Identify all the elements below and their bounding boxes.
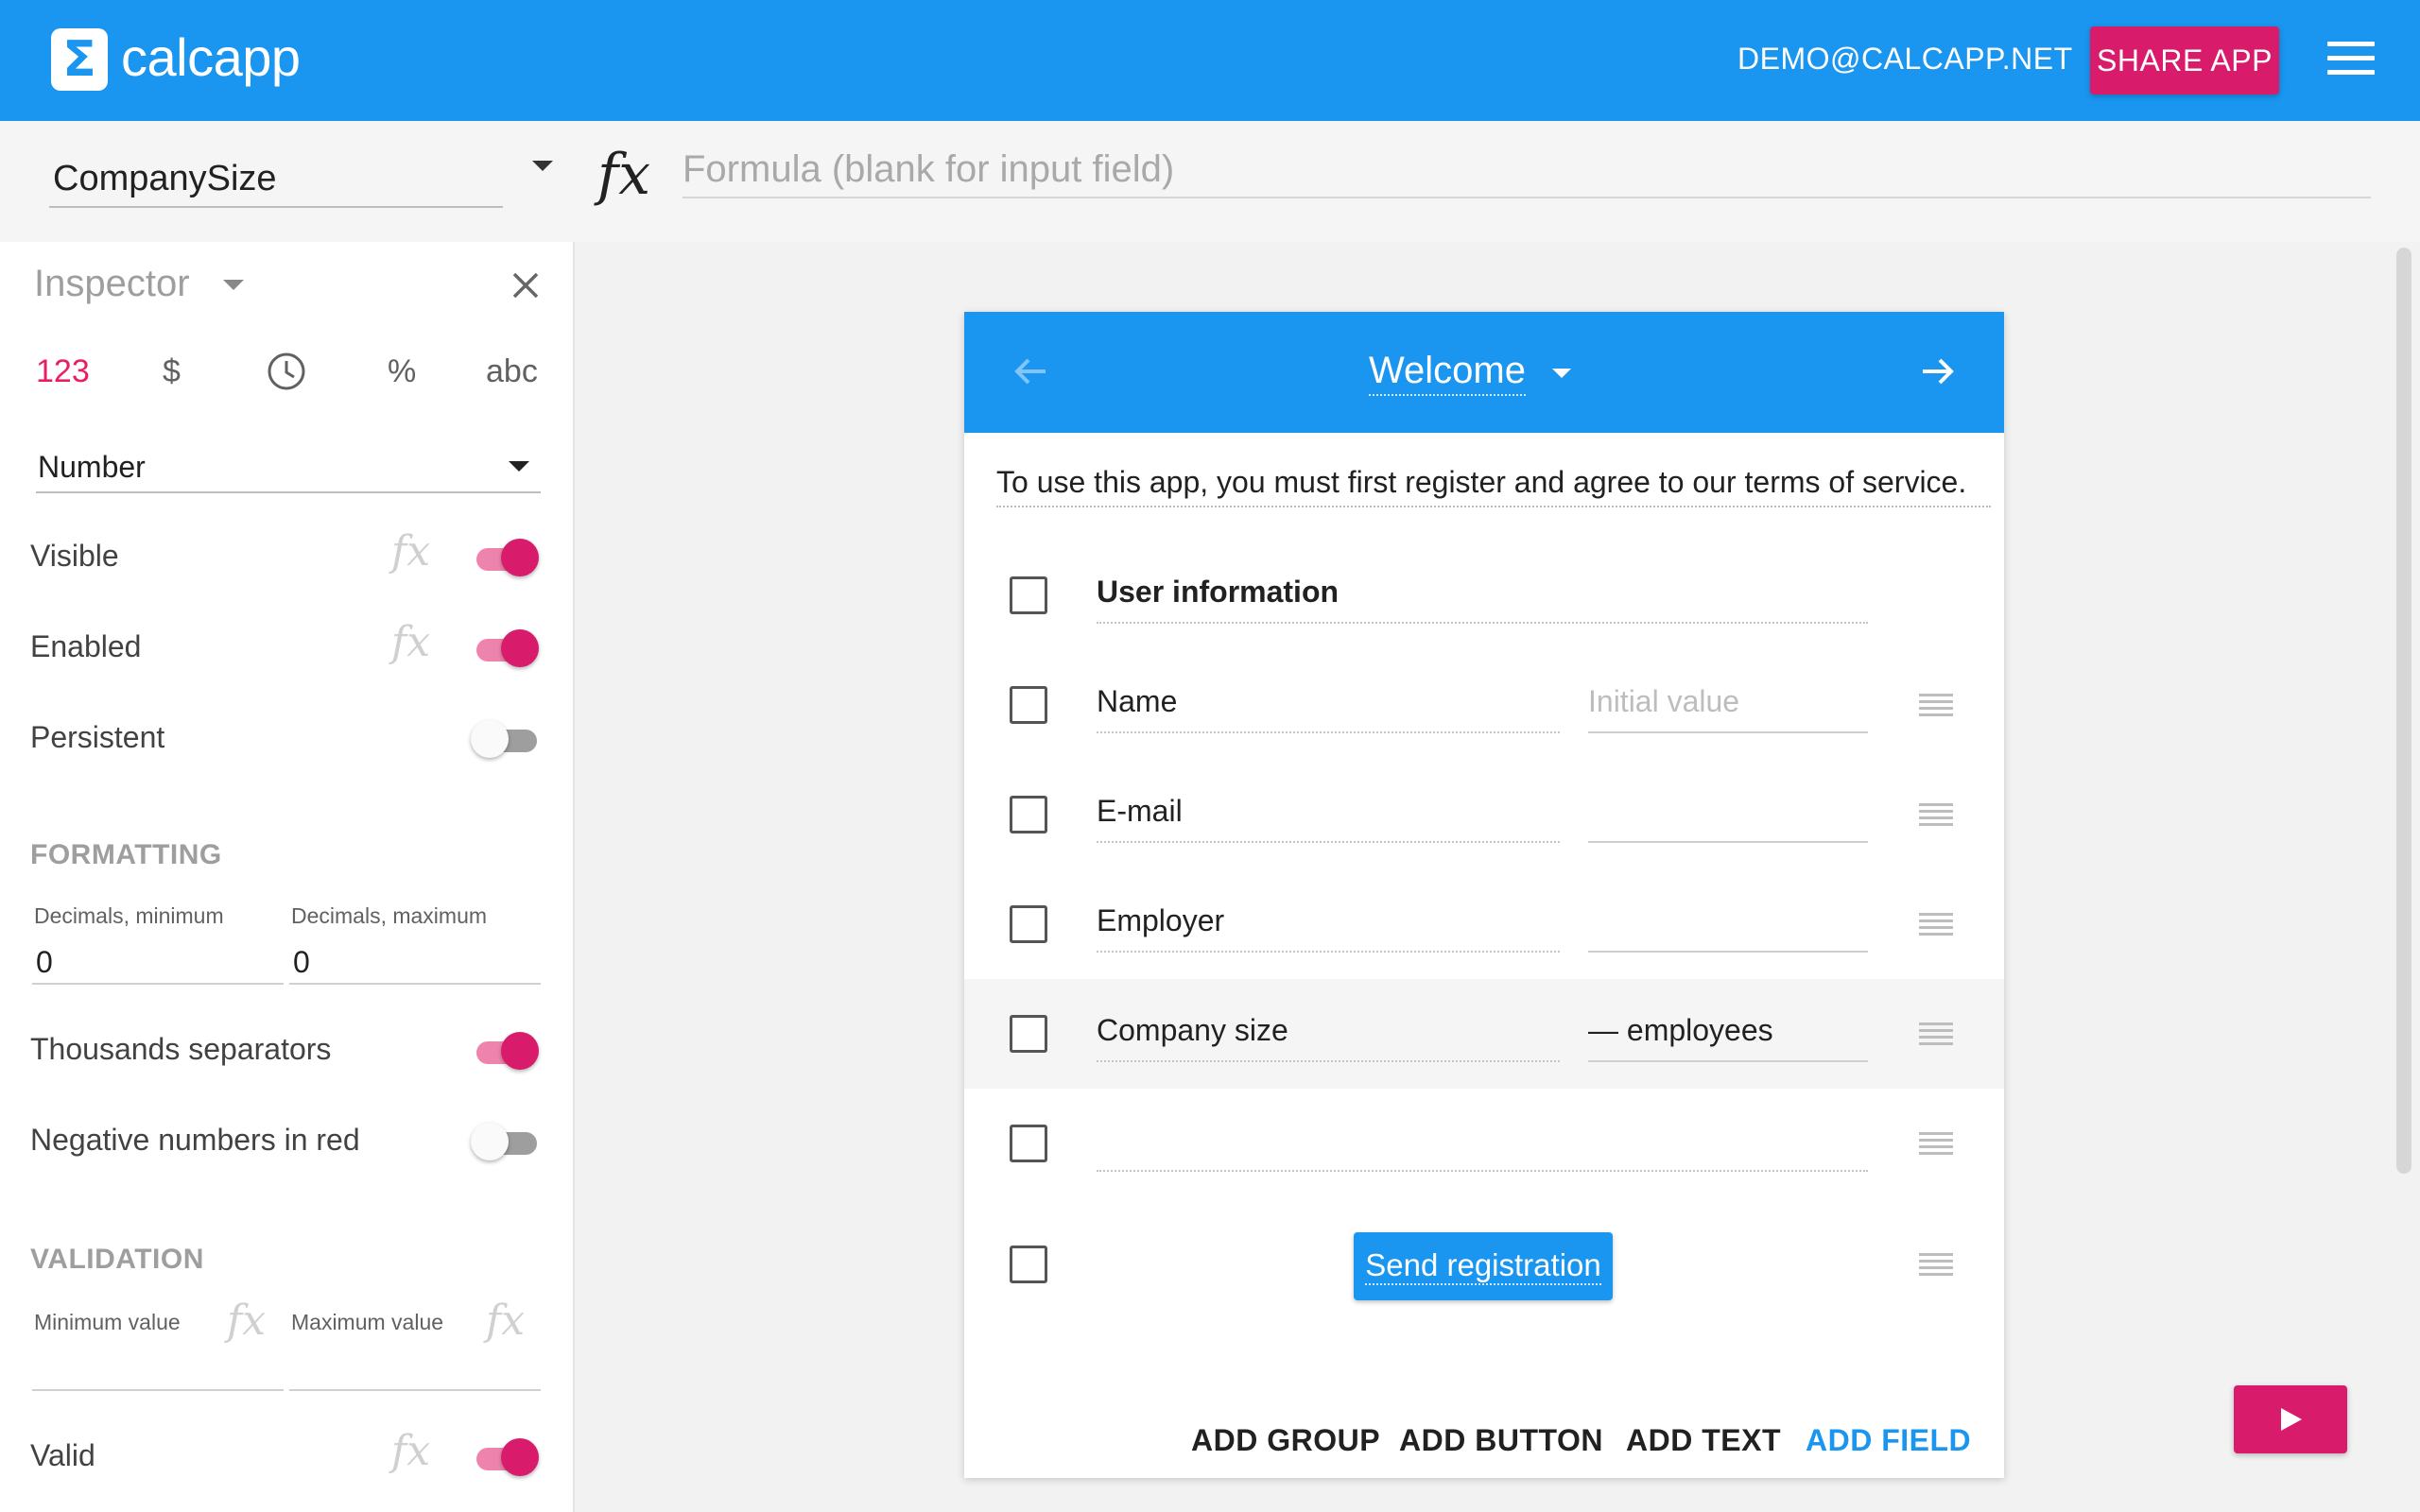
enabled-label: Enabled — [30, 629, 142, 663]
group-label[interactable]: User information — [1097, 575, 1868, 624]
thousands-separators-label: Thousands separators — [30, 1032, 332, 1066]
add-button-button[interactable]: ADD BUTTON — [1399, 1423, 1603, 1458]
negative-red-label: Negative numbers in red — [30, 1123, 360, 1157]
decimals-max-input[interactable]: 0 — [289, 934, 541, 985]
chevron-down-icon — [509, 461, 529, 472]
play-icon — [2281, 1408, 2302, 1431]
formula-input[interactable] — [683, 142, 2371, 198]
send-registration-label: Send registration — [1365, 1247, 1601, 1285]
close-icon[interactable] — [507, 266, 544, 304]
preview-play-button[interactable] — [2234, 1385, 2347, 1453]
enabled-fx-icon[interactable]: fx — [391, 618, 430, 666]
validation-section-title: VALIDATION — [30, 1244, 204, 1275]
drag-handle-icon[interactable] — [1919, 1132, 1953, 1157]
row-checkbox[interactable] — [1010, 796, 1047, 833]
inspector-caret-icon[interactable] — [223, 280, 244, 290]
drag-handle-icon[interactable] — [1919, 1022, 1953, 1047]
valid-label: Valid — [30, 1438, 95, 1472]
type-tab-currency[interactable]: $ — [163, 353, 181, 390]
add-field-button[interactable]: ADD FIELD — [1806, 1423, 1971, 1458]
arrow-back-icon[interactable] — [1010, 350, 1053, 393]
list-item[interactable] — [964, 1089, 2004, 1198]
decimals-min-label: Decimals, minimum — [34, 903, 224, 928]
field-selector-caret-icon[interactable] — [532, 161, 553, 171]
minimum-value-label: Minimum value — [34, 1310, 181, 1334]
type-tab-text[interactable]: abc — [486, 353, 538, 390]
app-preview: Welcome To use this app, you must first … — [964, 312, 2004, 1478]
field-label[interactable]: Employer — [1097, 903, 1560, 953]
drag-handle-icon[interactable] — [1919, 694, 1953, 718]
row-checkbox[interactable] — [1010, 1125, 1047, 1162]
app-top-bar: Σ calcapp DEMO@CALCAPP.NET SHARE APP — [0, 0, 2420, 121]
drag-handle-icon[interactable] — [1919, 1253, 1953, 1278]
negative-red-toggle[interactable] — [471, 1121, 539, 1162]
field-value-input[interactable]: — employees — [1588, 1013, 1868, 1062]
fx-icon: fx — [597, 142, 651, 208]
visible-fx-icon[interactable]: fx — [391, 527, 430, 576]
empty-item-line[interactable] — [1097, 1170, 1868, 1172]
field-label[interactable]: Name — [1097, 684, 1560, 733]
app-page-header: Welcome — [964, 312, 2004, 433]
number-type-dropdown[interactable]: Number — [36, 433, 541, 493]
row-checkbox[interactable] — [1010, 1246, 1047, 1283]
hamburger-menu-icon[interactable] — [2327, 42, 2375, 76]
share-app-button[interactable]: SHARE APP — [2090, 26, 2279, 94]
visible-label: Visible — [30, 539, 119, 573]
field-value-input[interactable] — [1588, 794, 1868, 843]
list-item-selected[interactable]: Company size — employees — [964, 979, 2004, 1089]
thousands-separators-toggle[interactable] — [471, 1030, 539, 1072]
drag-handle-icon[interactable] — [1919, 913, 1953, 937]
send-registration-button[interactable]: Send registration — [1354, 1232, 1613, 1300]
maximum-value-fx-icon[interactable]: fx — [486, 1297, 525, 1345]
row-checkbox[interactable] — [1010, 905, 1047, 943]
valid-fx-icon[interactable]: fx — [391, 1427, 430, 1475]
maximum-value-label: Maximum value — [291, 1310, 444, 1334]
field-label[interactable]: E-mail — [1097, 794, 1560, 843]
inspector-panel: Inspector 123 $ % abc Number Visible fx … — [0, 242, 575, 1512]
intro-text-item[interactable]: To use this app, you must first register… — [996, 465, 1991, 507]
page-title[interactable]: Welcome — [1369, 350, 1526, 396]
page-caret-icon[interactable] — [1552, 369, 1571, 378]
arrow-forward-icon[interactable] — [1915, 350, 1959, 393]
add-text-button[interactable]: ADD TEXT — [1626, 1423, 1781, 1458]
maximum-value-input[interactable] — [289, 1340, 541, 1391]
calcapp-logo-icon[interactable]: Σ — [51, 28, 108, 91]
row-checkbox[interactable] — [1010, 686, 1047, 724]
list-item[interactable]: Employer — [964, 869, 2004, 979]
number-type-value: Number — [38, 450, 146, 484]
persistent-toggle[interactable] — [471, 718, 539, 760]
clock-icon[interactable] — [267, 352, 306, 391]
persistent-label: Persistent — [30, 720, 165, 754]
user-account-link[interactable]: DEMO@CALCAPP.NET — [1737, 42, 2073, 77]
list-item[interactable]: User information — [964, 541, 2004, 650]
type-tab-percent[interactable]: % — [388, 353, 416, 390]
drag-handle-icon[interactable] — [1919, 803, 1953, 828]
minimum-value-fx-icon[interactable]: fx — [227, 1297, 266, 1345]
decimals-min-input[interactable]: 0 — [32, 934, 284, 985]
decimals-max-label: Decimals, maximum — [291, 903, 488, 928]
field-selector-dropdown[interactable]: CompanySize — [49, 147, 503, 208]
field-value-input[interactable] — [1588, 903, 1868, 953]
app-name[interactable]: calcapp — [121, 26, 301, 88]
row-checkbox[interactable] — [1010, 576, 1047, 614]
inspector-title[interactable]: Inspector — [34, 263, 190, 305]
add-item-bar: ADD GROUP ADD BUTTON ADD TEXT ADD FIELD — [964, 1383, 2004, 1478]
type-tab-number[interactable]: 123 — [36, 353, 90, 390]
valid-toggle[interactable] — [471, 1436, 539, 1478]
add-group-button[interactable]: ADD GROUP — [1191, 1423, 1380, 1458]
canvas-scrollbar[interactable] — [2396, 248, 2411, 1174]
selected-field-name: CompanySize — [53, 159, 277, 198]
minimum-value-input[interactable] — [32, 1340, 284, 1391]
visible-toggle[interactable] — [471, 537, 539, 578]
row-checkbox[interactable] — [1010, 1015, 1047, 1053]
field-value-input[interactable]: Initial value — [1588, 684, 1868, 733]
list-item[interactable]: E-mail — [964, 760, 2004, 869]
enabled-toggle[interactable] — [471, 627, 539, 669]
field-label[interactable]: Company size — [1097, 1013, 1560, 1062]
formatting-section-title: FORMATTING — [30, 839, 222, 870]
list-item[interactable]: Name Initial value — [964, 650, 2004, 760]
